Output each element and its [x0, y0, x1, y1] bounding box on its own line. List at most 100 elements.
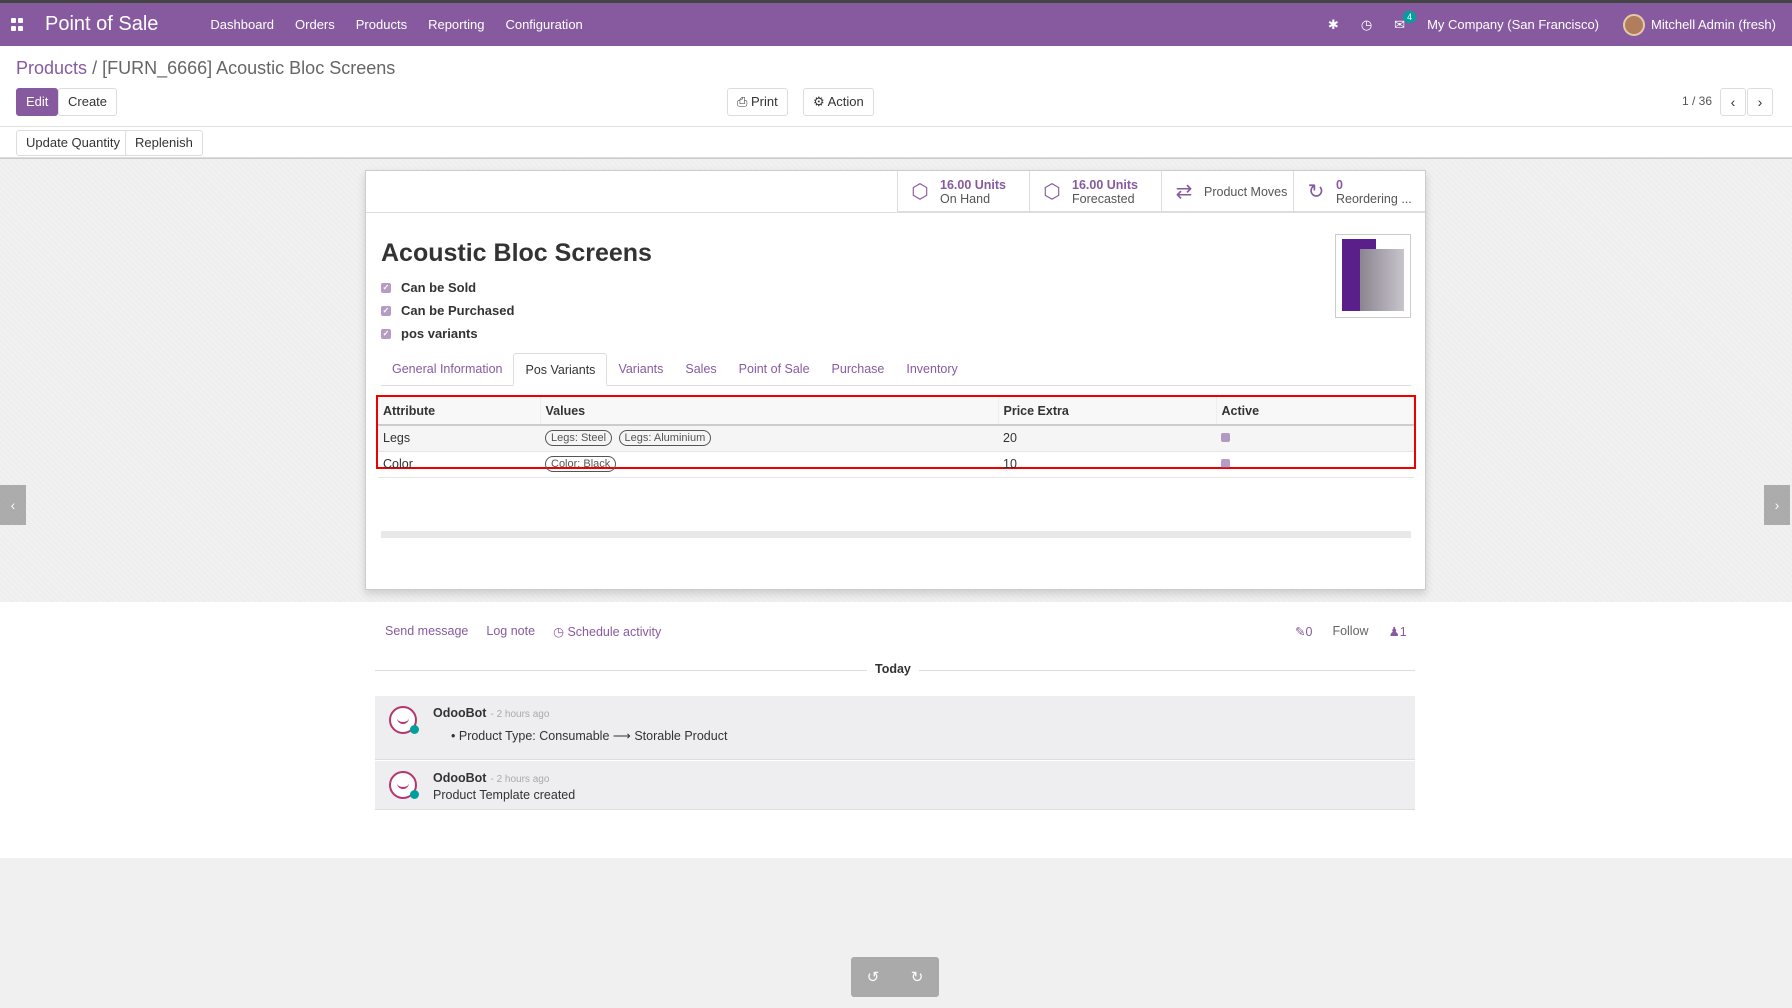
print-icon: ⎙ [737, 94, 752, 109]
arrow-right-icon: ⟶ [612, 729, 631, 743]
schedule-activity-button[interactable]: ◷ Schedule activity [553, 624, 661, 639]
active-checkbox[interactable] [1221, 433, 1230, 443]
pager-previous-button[interactable]: ‹ [1720, 88, 1746, 116]
odoobot-avatar[interactable] [389, 771, 419, 799]
screen-panel-grey [1360, 249, 1404, 311]
menu-reporting[interactable]: Reporting [428, 17, 484, 32]
product-name[interactable]: Acoustic Bloc Screens [381, 239, 652, 268]
menu-dashboard[interactable]: Dashboard [210, 17, 274, 32]
cubes-icon: ⬡ [1043, 181, 1061, 203]
clock-icon: ◷ [553, 625, 568, 639]
company-switcher[interactable]: My Company (San Francisco) [1427, 17, 1599, 32]
can-be-purchased-checkbox[interactable]: ✓ [381, 305, 391, 316]
rotate-right-icon[interactable]: ↻ [911, 968, 924, 986]
tab-pos-variants[interactable]: Pos Variants [513, 353, 608, 386]
attribute-cell: Color [378, 451, 540, 478]
bug-icon[interactable]: ✱ [1328, 17, 1339, 33]
app-brand[interactable]: Point of Sale [45, 13, 158, 36]
previous-record-arrow[interactable]: ‹ [0, 485, 26, 525]
breadcrumb-products[interactable]: Products [16, 58, 87, 78]
on-hand-button[interactable]: ⬡ 16.00 Units On Hand [897, 171, 1029, 212]
on-hand-value: 16.00 Units [940, 177, 1007, 192]
tab-general-information[interactable]: General Information [381, 353, 513, 386]
user-avatar[interactable] [1623, 13, 1646, 36]
forecasted-button[interactable]: ⬡ 16.00 Units Forecasted [1029, 171, 1161, 212]
message-time: - 2 hours ago [490, 774, 550, 785]
log-note-button[interactable]: Log note [486, 624, 535, 639]
attribute-cell: Legs [378, 425, 540, 452]
rotate-left-icon[interactable]: ↺ [867, 968, 880, 986]
message-author[interactable]: OdooBot - 2 hours ago [433, 771, 549, 785]
forecasted-value: 16.00 Units [1072, 177, 1139, 192]
value-tag[interactable]: Legs: Steel [545, 430, 613, 447]
tab-inventory[interactable]: Inventory [895, 353, 968, 386]
replenish-button[interactable]: Replenish [125, 130, 203, 156]
tracking-new-value: Storable Product [634, 729, 728, 743]
message-author[interactable]: OdooBot - 2 hours ago [433, 706, 549, 720]
chatter-topbar-right: ✎0 Follow ♟1 [1295, 624, 1407, 639]
col-active[interactable]: Active [1216, 397, 1414, 426]
update-quantity-button[interactable]: Update Quantity [16, 130, 130, 156]
menu-configuration[interactable]: Configuration [505, 17, 582, 32]
follow-button[interactable]: Follow [1332, 624, 1368, 639]
can-be-sold-checkbox[interactable]: ✓ [381, 282, 391, 293]
create-button[interactable]: Create [58, 88, 118, 116]
odoobot-avatar[interactable] [389, 706, 419, 734]
chat-icon[interactable]: ✉ 4 [1394, 10, 1417, 33]
tab-variants[interactable]: Variants [607, 353, 674, 386]
action-label: Action [827, 94, 864, 109]
active-checkbox[interactable] [1221, 459, 1230, 468]
chatter: Send message Log note ◷ Schedule activit… [0, 602, 1792, 858]
edit-button[interactable]: Edit [16, 88, 59, 116]
message-time: - 2 hours ago [490, 709, 550, 720]
menu-products[interactable]: Products [356, 17, 407, 32]
send-message-button[interactable]: Send message [385, 624, 468, 639]
col-attribute[interactable]: Attribute [378, 397, 541, 426]
followers-button[interactable]: ♟1 [1389, 624, 1407, 639]
top-navbar: Point of Sale Dashboard Orders Products … [0, 0, 1792, 46]
price-extra-cell: 20 [998, 425, 1216, 452]
reordering-value: 0 [1336, 177, 1343, 192]
tab-sales[interactable]: Sales [674, 353, 727, 386]
price-extra-cell: 10 [998, 451, 1216, 478]
exchange-icon: ⇄ [1175, 181, 1193, 203]
product-moves-button[interactable]: ⇄ Product Moves [1161, 171, 1293, 212]
message-body: Product Template created [433, 788, 576, 802]
breadcrumb: Products / [FURN_6666] Acoustic Bloc Scr… [16, 58, 395, 79]
table-row[interactable]: Color Color: Black 10 [378, 451, 1414, 478]
next-record-arrow[interactable]: › [1764, 485, 1790, 525]
print-button[interactable]: ⎙ Print [727, 88, 788, 116]
can-be-sold-row: ✓ Can be Sold [381, 276, 514, 299]
sheet-header-divider [366, 212, 1425, 213]
chatter-actions: Send message Log note ◷ Schedule activit… [385, 624, 661, 639]
pager-next-button[interactable]: › [1747, 88, 1773, 116]
active-cell [1216, 451, 1414, 478]
form-sheet: ⬡ 16.00 Units On Hand ⬡ 16.00 Units Foreca… [365, 170, 1426, 590]
apps-menu-icon[interactable] [11, 17, 25, 32]
reordering-button[interactable]: ↻ 0 Reordering ... [1293, 171, 1425, 212]
table-row[interactable]: Legs Legs: Steel Legs: Aluminium 20 [378, 425, 1414, 452]
value-tag[interactable]: Color: Black [545, 456, 617, 472]
date-divider-label: Today [867, 662, 919, 676]
tab-purchase[interactable]: Purchase [821, 353, 896, 386]
attachments-button[interactable]: ✎0 [1295, 624, 1312, 639]
product-image[interactable] [1335, 234, 1411, 318]
tracking-old-value: Product Type: Consumable [458, 729, 610, 743]
gear-icon: ⚙ [813, 94, 828, 109]
value-tag[interactable]: Legs: Aluminium [618, 430, 712, 447]
product-moves-label: Product Moves [1204, 184, 1288, 199]
rotate-controls: ↺ ↻ [851, 957, 939, 997]
chatter-message: OdooBot - 2 hours ago Product Template cr… [375, 761, 1415, 810]
col-values[interactable]: Values [540, 397, 999, 426]
col-price-extra[interactable]: Price Extra [998, 397, 1217, 426]
menu-orders[interactable]: Orders [295, 17, 335, 32]
clock-icon[interactable]: ◷ [1361, 17, 1372, 33]
action-button[interactable]: ⚙ Action [803, 88, 874, 116]
pos-variants-table: Attribute Values Price Extra Active Legs… [376, 395, 1416, 478]
user-menu[interactable]: Mitchell Admin (fresh) [1651, 17, 1776, 32]
main-menu: Dashboard Orders Products Reporting Conf… [210, 17, 603, 32]
tab-point-of-sale[interactable]: Point of Sale [728, 353, 821, 386]
pos-variants-checkbox[interactable]: ✓ [381, 328, 391, 339]
refresh-icon: ↻ [1307, 181, 1325, 203]
pager-value[interactable]: 1 / 36 [1682, 94, 1712, 108]
